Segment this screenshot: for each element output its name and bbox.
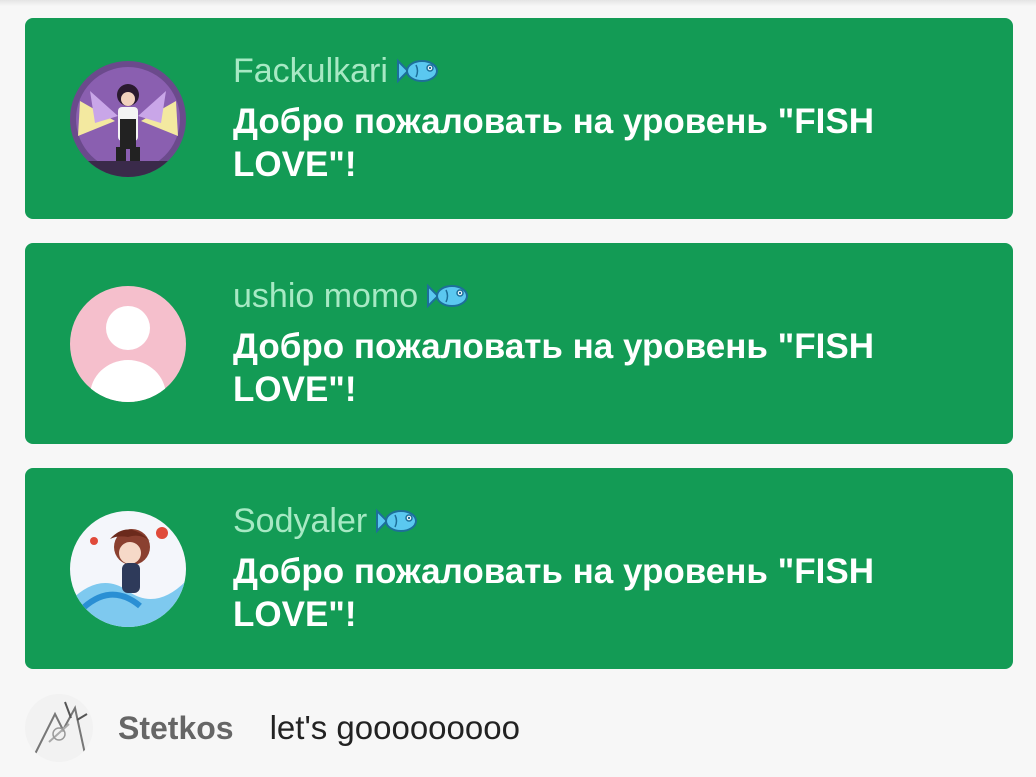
- username-row: Sodyaler: [233, 498, 953, 544]
- card-text: ushio momo Добро пожаловать на уровень "…: [233, 273, 953, 411]
- top-shadow: [0, 0, 1036, 6]
- fish-icon: [375, 506, 419, 536]
- notification-feed: Fackulkari Добро пожаловать на уровень "…: [25, 18, 1013, 693]
- chat-message[interactable]: Stetkos let's gooooooooo: [25, 693, 520, 763]
- username-row: Fackulkari: [233, 48, 953, 94]
- username[interactable]: Fackulkari: [233, 48, 388, 94]
- user-avatar-image: [70, 511, 186, 627]
- avatar[interactable]: [70, 511, 186, 627]
- welcome-message: Добро пожаловать на уровень "FISH LOVE"!: [233, 552, 874, 634]
- user-avatar-image: [70, 61, 186, 177]
- username[interactable]: ushio momo: [233, 273, 418, 319]
- user-avatar-image: [25, 694, 93, 762]
- fish-icon: [396, 56, 440, 86]
- avatar[interactable]: [70, 286, 186, 402]
- level-notification-card[interactable]: ushio momo Добро пожаловать на уровень "…: [25, 243, 1013, 444]
- chat-author-name[interactable]: Stetkos: [118, 710, 234, 747]
- username[interactable]: Sodyaler: [233, 498, 367, 544]
- fish-icon: [426, 281, 470, 311]
- level-notification-card[interactable]: Sodyaler Добро пожаловать на уровень "FI…: [25, 468, 1013, 669]
- welcome-message: Добро пожаловать на уровень "FISH LOVE"!: [233, 102, 874, 184]
- card-text: Sodyaler Добро пожаловать на уровень "FI…: [233, 498, 953, 636]
- avatar[interactable]: [70, 61, 186, 177]
- welcome-message: Добро пожаловать на уровень "FISH LOVE"!: [233, 327, 874, 409]
- username-row: ushio momo: [233, 273, 953, 319]
- card-text: Fackulkari Добро пожаловать на уровень "…: [233, 48, 953, 186]
- chat-message-text: let's gooooooooo: [269, 709, 520, 746]
- avatar[interactable]: [25, 694, 93, 762]
- level-notification-card[interactable]: Fackulkari Добро пожаловать на уровень "…: [25, 18, 1013, 219]
- default-avatar-icon: [70, 286, 186, 402]
